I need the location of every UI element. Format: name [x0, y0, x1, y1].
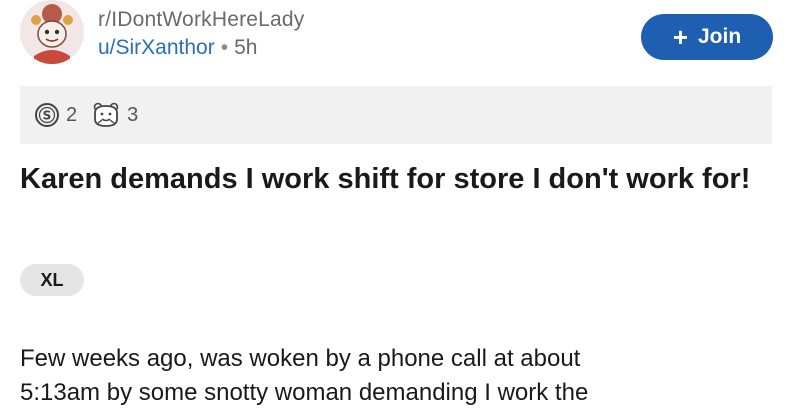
awards-bar[interactable]: S 2 3	[20, 86, 772, 144]
author-line: u/SirXanthor • 5h	[98, 36, 305, 60]
body-line: Few weeks ago, was woken by a phone call…	[20, 345, 581, 372]
silver-award-icon: S	[35, 103, 59, 127]
author-link[interactable]: u/SirXanthor	[98, 36, 215, 59]
plus-icon: +	[672, 22, 688, 52]
post-title[interactable]: Karen demands I work shift for store I d…	[20, 160, 780, 198]
award-count: 2	[66, 103, 78, 126]
separator-dot: •	[220, 36, 229, 59]
wholesome-award-icon	[93, 102, 119, 127]
subreddit-avatar[interactable]	[20, 0, 84, 64]
post-body: Few weeks ago, was woken by a phone call…	[20, 342, 790, 410]
join-label: Join	[698, 25, 742, 48]
award-count: 3	[127, 103, 139, 126]
subreddit-link[interactable]: r/IDontWorkHereLady	[98, 8, 305, 32]
award-wholesome[interactable]: 3	[91, 101, 138, 129]
join-button[interactable]: + Join	[641, 14, 773, 60]
post-meta: r/IDontWorkHereLady u/SirXanthor • 5h	[98, 8, 305, 60]
award-silver[interactable]: S 2	[34, 102, 77, 128]
svg-text:S: S	[43, 109, 52, 123]
avatar-image	[20, 0, 84, 64]
post-flair[interactable]: XL	[20, 264, 84, 296]
body-line: 5:13am by some snotty woman demanding I …	[20, 379, 589, 406]
post-time: 5h	[234, 36, 258, 59]
